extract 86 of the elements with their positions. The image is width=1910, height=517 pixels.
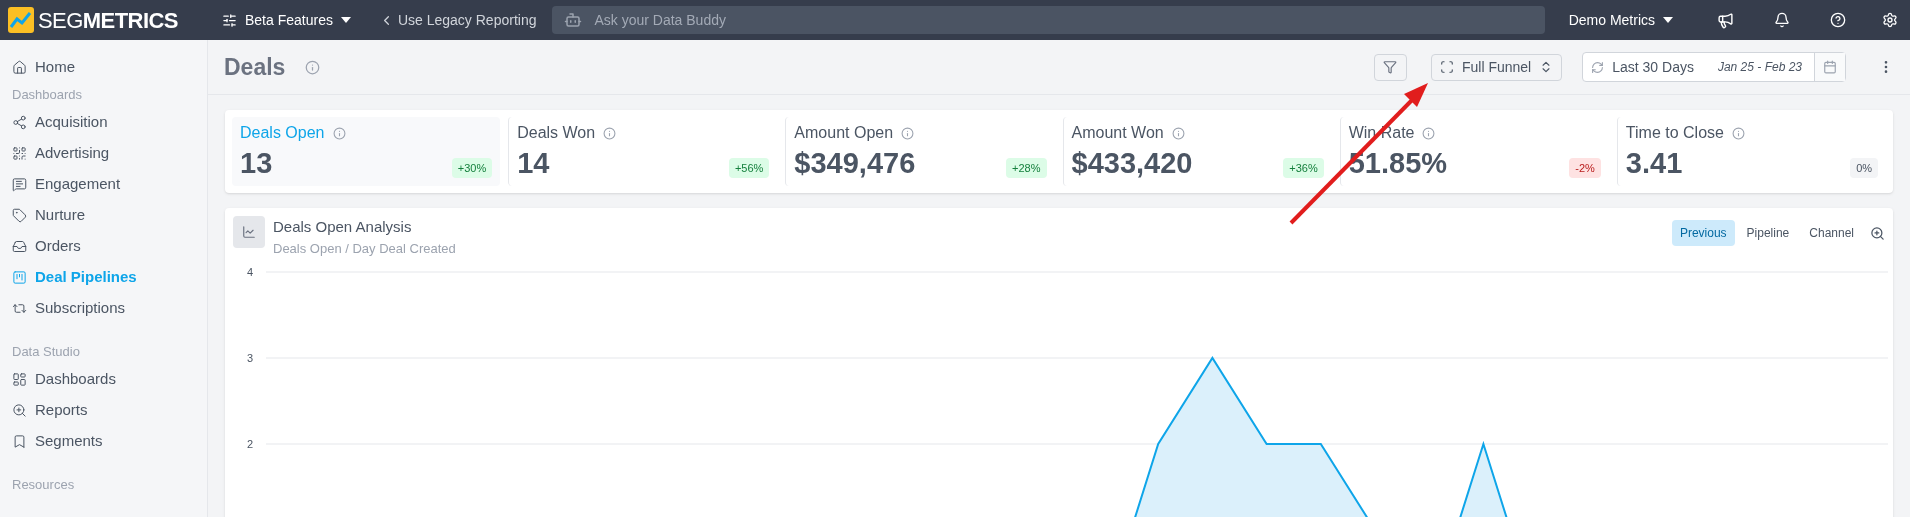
metric-value: 51.85% [1348,149,1448,178]
metric-value: 14 [517,149,550,178]
caret-icon [1663,17,1673,23]
info-icon [901,126,915,140]
metric-tile[interactable]: Amount Open $349,476 +28% [785,117,1055,186]
nav-icon [12,208,27,223]
legacy-reporting-link[interactable]: Use Legacy Reporting [378,9,537,31]
metric-tile[interactable]: Deals Open 13 +30% [232,117,501,186]
metric-value: 13 [240,149,273,178]
sidebar-item[interactable]: Engagement [0,169,207,200]
metric-value: $433,420 [1071,149,1193,178]
info-icon [1731,126,1745,140]
zoom-icon[interactable] [1870,225,1885,241]
sidebar-item[interactable]: Acquisition [0,107,207,138]
metric-label: Amount Won [1071,123,1164,143]
metric-tile[interactable]: Deals Won 14 +56% [508,117,778,186]
toggle-button[interactable]: Previous [1671,220,1735,246]
metric-label: Time to Close [1625,123,1724,143]
metric-label: Deals Open [240,123,325,143]
nav-icon [12,60,27,75]
axis-tick-label: 3 [247,352,254,364]
metric-value: $349,476 [794,149,916,178]
date-range-dates: Jan 25 - Feb 23 [1717,59,1802,76]
section-heading: Data Studio [11,343,81,362]
date-range-picker[interactable]: Last 30 Days Jan 25 - Feb 23 [1582,52,1846,82]
caret-icon [340,17,351,23]
change-badge: +30% [451,157,493,178]
sliders-icon [222,12,237,28]
sidebar-item[interactable]: Orders [0,231,207,262]
refresh-icon [1591,60,1605,74]
metric-tile[interactable]: Time to Close 3.41 0% [1616,117,1887,186]
page-title: Deals [224,52,286,82]
chart-subtitle: Deals Open / Day Deal Created [273,239,456,258]
metric-label: Amount Open [794,123,894,143]
logo-text: SEGMETRICS [38,6,178,35]
change-badge: -2% [1569,157,1601,178]
sidebar-item[interactable]: Dashboards [0,364,207,395]
metric-label: Deals Won [517,123,596,143]
axis-tick-label: 4 [247,266,254,278]
metric-value: 3.41 [1625,149,1683,178]
nav-icon [12,239,27,254]
change-badge: +28% [1006,157,1047,178]
filter-button[interactable] [1373,53,1407,81]
settings-icon[interactable] [1882,12,1898,28]
account-menu[interactable]: Demo Metrics [1568,9,1673,31]
nav-icon [12,270,27,285]
sidebar-item[interactable]: Segments [0,426,207,457]
sidebar-item[interactable]: Reports [0,395,207,426]
nav-icon [12,434,27,449]
expand-icon [1439,60,1454,74]
megaphone-icon[interactable] [1717,11,1734,29]
nav-icon [12,115,27,130]
toggle-button[interactable]: Pipeline [1738,220,1798,246]
sidebar-item[interactable]: Subscriptions [0,293,207,324]
filter-icon [1383,60,1398,74]
axis-tick-label: 2 [247,438,254,450]
info-icon [332,126,346,140]
nav-icon [12,177,27,192]
bell-icon[interactable] [1774,12,1790,28]
line-chart-icon [242,225,256,239]
info-icon [1171,126,1185,140]
nav-icon [12,146,27,161]
section-heading: Dashboards [11,86,84,105]
toggle-button[interactable]: Channel [1801,220,1862,246]
robot-icon [564,11,583,29]
metric-tile[interactable]: Amount Won $433,420 +36% [1062,117,1332,186]
change-badge: +56% [728,157,770,178]
chart-title: Deals Open Analysis [273,217,413,237]
section-heading: Resources [11,476,76,495]
calendar-icon [1823,60,1837,74]
change-badge: +36% [1283,157,1324,178]
logo-icon [8,7,34,33]
nav-icon [12,301,27,316]
change-badge: 0% [1850,157,1879,178]
beta-features-menu[interactable]: Beta Features [222,9,351,31]
sidebar-item[interactable]: Home [0,52,207,83]
nav-icon [12,403,27,418]
sidebar-item[interactable]: Advertising [0,138,207,169]
help-icon[interactable] [1830,12,1846,28]
nav-icon [12,372,27,387]
info-icon [603,126,617,140]
date-range-label: Last 30 Days [1612,57,1694,77]
info-icon [1422,126,1436,140]
search-field[interactable]: Ask your Data Buddy [552,6,1545,34]
sidebar-item[interactable]: Nurture [0,200,207,231]
funnel-select[interactable]: Full Funnel [1430,53,1563,81]
